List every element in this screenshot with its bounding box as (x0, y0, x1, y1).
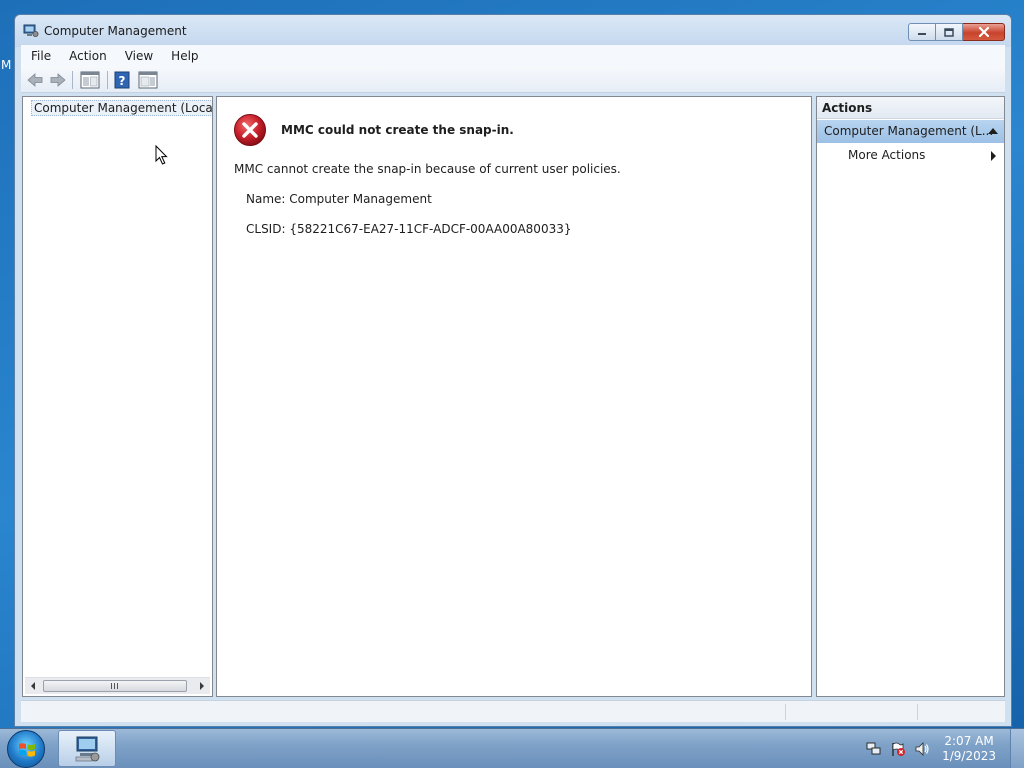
clock-date: 1/9/2023 (942, 749, 996, 763)
scroll-right-arrow-icon[interactable] (200, 682, 204, 690)
collapse-caret-icon[interactable] (988, 128, 998, 134)
caption-buttons (908, 23, 1005, 41)
minimize-icon (918, 33, 926, 35)
menu-view[interactable]: View (115, 49, 161, 63)
help-icon: ? (114, 71, 130, 89)
toolbar-separator (72, 71, 73, 89)
start-button[interactable] (7, 730, 45, 768)
forward-arrow-icon (50, 73, 66, 87)
menu-action[interactable]: Action (59, 49, 115, 63)
error-icon (234, 114, 266, 146)
forward-button[interactable] (48, 70, 68, 90)
grip-icon (111, 683, 118, 689)
tree-item-label: Computer Management (Local (31, 100, 212, 116)
status-bar (21, 700, 1005, 722)
show-hide-action-pane-icon (138, 71, 158, 89)
result-pane: MMC could not create the snap-in. MMC ca… (216, 96, 812, 697)
computer-management-icon (75, 736, 100, 761)
close-button[interactable] (963, 23, 1005, 41)
error-message: MMC cannot create the snap-in because of… (234, 162, 621, 176)
tree-item-computer-management[interactable]: Computer Management (Local (26, 99, 212, 117)
back-arrow-icon (27, 73, 43, 87)
actions-header: Actions (817, 97, 1004, 119)
title-bar[interactable]: Computer Management (15, 15, 1011, 47)
show-desktop-button[interactable] (1010, 729, 1024, 768)
desktop-icon-label[interactable]: M (1, 58, 11, 72)
network-icon[interactable] (866, 741, 882, 757)
submenu-arrow-icon (991, 151, 996, 161)
actions-section-computer-management[interactable]: Computer Management (L... (817, 120, 1004, 143)
taskbar-computer-management-button[interactable] (58, 730, 116, 767)
snapin-name: Name: Computer Management (246, 192, 432, 206)
close-icon (978, 27, 989, 37)
mouse-cursor-icon (155, 145, 168, 165)
windows-logo-icon (19, 743, 35, 757)
console-tree-pane: Computer Management (Local (22, 96, 213, 697)
system-clock[interactable]: 2:07 AM 1/9/2023 (942, 734, 996, 764)
menu-file[interactable]: File (21, 49, 59, 63)
status-separator (785, 704, 786, 720)
show-hide-action-pane-button[interactable] (137, 70, 159, 90)
toolbar: ? (21, 66, 1005, 93)
computer-management-icon (23, 24, 39, 37)
svg-text:?: ? (119, 74, 126, 88)
action-center-flag-icon[interactable] (890, 741, 906, 757)
speaker-icon[interactable] (914, 741, 930, 757)
horizontal-scrollbar[interactable] (25, 677, 210, 694)
actions-pane: Actions Computer Management (L... More A… (816, 96, 1005, 697)
clock-time: 2:07 AM (944, 734, 994, 748)
scroll-left-arrow-icon[interactable] (31, 682, 35, 690)
more-actions-item[interactable]: More Actions (817, 145, 1004, 165)
maximize-icon (944, 27, 954, 37)
minimize-button[interactable] (908, 23, 936, 41)
help-button[interactable]: ? (113, 70, 131, 90)
maximize-button[interactable] (936, 23, 963, 41)
status-separator (917, 704, 918, 720)
computer-management-window: Computer Management File Action View Hel… (14, 14, 1012, 727)
actions-section-label: Computer Management (L... (824, 124, 994, 138)
show-hide-console-tree-button[interactable] (79, 70, 101, 90)
show-hide-console-tree-icon (80, 71, 100, 89)
menu-help[interactable]: Help (161, 49, 206, 63)
window-title: Computer Management (44, 24, 187, 38)
taskbar: 2:07 AM 1/9/2023 (0, 728, 1024, 768)
toolbar-separator (107, 71, 108, 89)
error-title: MMC could not create the snap-in. (281, 123, 514, 137)
snapin-clsid: CLSID: {58221C67-EA27-11CF-ADCF-00AA00A8… (246, 222, 572, 236)
menu-bar: File Action View Help (21, 45, 1005, 66)
back-button[interactable] (25, 70, 45, 90)
more-actions-label: More Actions (848, 148, 926, 162)
scrollbar-thumb[interactable] (43, 680, 187, 692)
